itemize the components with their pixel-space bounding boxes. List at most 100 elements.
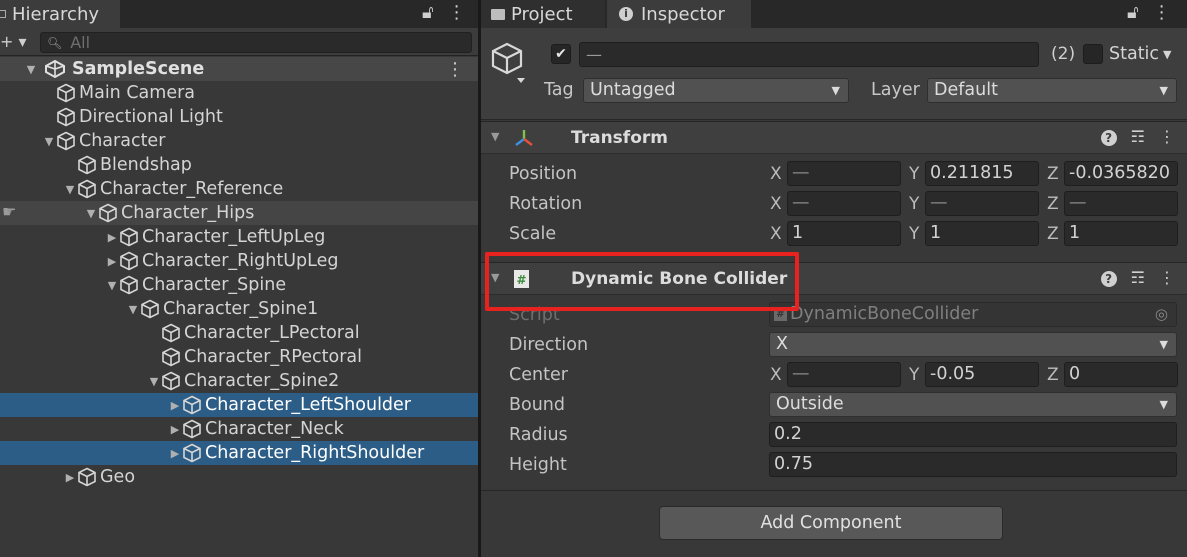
center-y-field[interactable]: -0.05: [925, 362, 1039, 387]
help-icon[interactable]: ?: [1100, 130, 1117, 146]
rotation-label: Rotation: [509, 194, 583, 214]
expand-arrow-icon[interactable]: ▼: [24, 63, 38, 76]
node-label: Character: [79, 131, 166, 151]
object-name-field[interactable]: —: [579, 42, 1039, 67]
expand-arrow-icon[interactable]: ▼: [42, 135, 56, 148]
gameobject-cube-icon: [56, 83, 76, 103]
tab-inspector[interactable]: i Inspector: [607, 0, 751, 28]
help-icon[interactable]: ?: [1100, 271, 1117, 287]
scale-x-field[interactable]: 1: [787, 221, 901, 246]
direction-dropdown[interactable]: X ▼: [769, 332, 1177, 357]
hierarchy-node-row[interactable]: Main Camera: [0, 81, 478, 105]
hierarchy-node-row[interactable]: ▶ Character_LeftShoulder: [0, 393, 478, 417]
center-z-field[interactable]: 0: [1064, 362, 1178, 387]
position-y-field[interactable]: 0.211815: [925, 161, 1039, 186]
collapsed-arrow-icon[interactable]: ▶: [168, 447, 182, 460]
collapsed-arrow-icon[interactable]: ▶: [168, 423, 182, 436]
hierarchy-node-row[interactable]: Directional Light: [0, 105, 478, 129]
hierarchy-tabbar: Hierarchy 🔓︎ ⋮: [0, 0, 478, 28]
rotation-z-field[interactable]: —: [1064, 191, 1178, 216]
hierarchy-node-row[interactable]: ▼ Character_Reference: [0, 177, 478, 201]
chevron-down-icon: ▼: [1159, 398, 1168, 411]
tab-hierarchy-label: Hierarchy: [12, 3, 100, 25]
fold-arrow-icon[interactable]: ▼: [491, 130, 499, 143]
tab-project[interactable]: Project: [481, 0, 605, 28]
scene-options-icon[interactable]: ⋮: [446, 59, 464, 80]
presets-icon[interactable]: ☶: [1131, 127, 1145, 146]
node-label: Character_Hips: [121, 203, 255, 223]
expand-arrow-icon[interactable]: ▼: [105, 279, 119, 292]
hierarchy-node-row[interactable]: ▶ Character_Neck: [0, 417, 478, 441]
expand-arrow-icon[interactable]: ▼: [84, 207, 98, 220]
radius-field[interactable]: 0.2: [769, 422, 1177, 447]
chevron-down-icon: ▼: [1159, 84, 1168, 97]
height-field[interactable]: 0.75: [769, 452, 1177, 477]
lock-icon[interactable]: 🔓︎: [422, 2, 434, 23]
more-options-icon[interactable]: ⋮: [1159, 127, 1175, 146]
gameobject-cube-icon: [77, 179, 97, 199]
bound-dropdown[interactable]: Outside ▼: [769, 392, 1177, 417]
object-picker-icon[interactable]: ◎: [1155, 303, 1168, 326]
position-z-field[interactable]: -0.0365820: [1064, 161, 1178, 186]
hierarchy-node-row[interactable]: ▼ Character_Spine: [0, 273, 478, 297]
more-options-icon[interactable]: ⋮: [1159, 268, 1175, 287]
active-checkbox[interactable]: ✔: [551, 44, 571, 64]
hierarchy-node-row[interactable]: ▶ Character_LeftUpLeg: [0, 225, 478, 249]
scene-row[interactable]: ▼ SampleScene ⋮: [0, 57, 478, 81]
selection-count: (2): [1051, 44, 1076, 64]
hierarchy-node-row[interactable]: Blendshap: [0, 153, 478, 177]
scale-label: Scale: [509, 224, 557, 244]
hierarchy-node-row[interactable]: ▼ Character_Hips ☛: [0, 201, 478, 225]
hierarchy-panel: Hierarchy 🔓︎ ⋮ + ▾ 🔍︎ All ▼ SampleScene …: [0, 0, 478, 557]
more-options-icon[interactable]: ⋮: [1153, 2, 1171, 23]
center-x-field[interactable]: —: [787, 362, 901, 387]
axis-z-label: Z: [1047, 164, 1059, 184]
static-checkbox[interactable]: [1083, 44, 1103, 64]
collapsed-arrow-icon[interactable]: ▶: [168, 399, 182, 412]
rotation-y-field[interactable]: —: [925, 191, 1039, 216]
node-label: Character_Spine1: [163, 299, 319, 319]
hierarchy-node-row[interactable]: ▶ Character_RightShoulder: [0, 441, 478, 465]
search-field[interactable]: 🔍︎ All: [40, 32, 472, 53]
tag-dropdown[interactable]: Untagged ▼: [583, 78, 849, 103]
search-placeholder: All: [70, 33, 91, 52]
tab-hierarchy[interactable]: Hierarchy: [0, 0, 120, 28]
expand-arrow-icon[interactable]: ▼: [63, 183, 77, 196]
hierarchy-node-row[interactable]: ▼ Character_Spine1: [0, 297, 478, 321]
scale-z-field[interactable]: 1: [1064, 221, 1178, 246]
hierarchy-node-row[interactable]: ▼ Character: [0, 129, 478, 153]
scale-y-field[interactable]: 1: [925, 221, 1039, 246]
transform-header[interactable]: ▼ Transform ? ☶ ⋮: [481, 121, 1187, 154]
node-label: Character_RPectoral: [184, 347, 362, 367]
collapsed-arrow-icon[interactable]: ▶: [105, 231, 119, 244]
hierarchy-node-row[interactable]: ▶ Character_RightUpLeg: [0, 249, 478, 273]
hierarchy-node-row[interactable]: Character_RPectoral: [0, 345, 478, 369]
presets-icon[interactable]: ☶: [1131, 268, 1145, 287]
more-options-icon[interactable]: ⋮: [448, 2, 466, 23]
rotation-x-field[interactable]: —: [787, 191, 901, 216]
create-menu-icon[interactable]: + ▾: [0, 32, 27, 51]
height-label: Height: [509, 455, 567, 475]
hierarchy-node-row[interactable]: ▶ Geo: [0, 465, 478, 489]
folder-icon: [491, 8, 505, 20]
node-label: Directional Light: [79, 107, 223, 127]
add-component-button[interactable]: Add Component: [659, 506, 1003, 540]
expand-arrow-icon[interactable]: ▼: [126, 303, 140, 316]
lock-icon[interactable]: 🔓︎: [1127, 2, 1139, 23]
transform-title: Transform: [571, 128, 668, 148]
hand-pointer-icon: ☛: [2, 202, 17, 221]
axis-z-label: Z: [1047, 224, 1059, 244]
collapsed-arrow-icon[interactable]: ▶: [105, 255, 119, 268]
expand-arrow-icon[interactable]: ▼: [147, 375, 161, 388]
collapsed-arrow-icon[interactable]: ▶: [63, 471, 77, 484]
gameobject-cube-icon: [161, 323, 181, 343]
gameobject-cube-icon[interactable]: [491, 42, 527, 86]
position-x-field[interactable]: —: [787, 161, 901, 186]
static-dropdown-icon[interactable]: ▼: [1163, 48, 1171, 61]
gameobject-cube-icon: [77, 155, 97, 175]
tag-label: Tag: [544, 80, 574, 100]
layer-dropdown[interactable]: Default ▼: [927, 78, 1177, 103]
hierarchy-node-row[interactable]: ▼ Character_Spine2: [0, 369, 478, 393]
hierarchy-node-row[interactable]: Character_LPectoral: [0, 321, 478, 345]
gameobject-cube-icon: [98, 203, 118, 223]
